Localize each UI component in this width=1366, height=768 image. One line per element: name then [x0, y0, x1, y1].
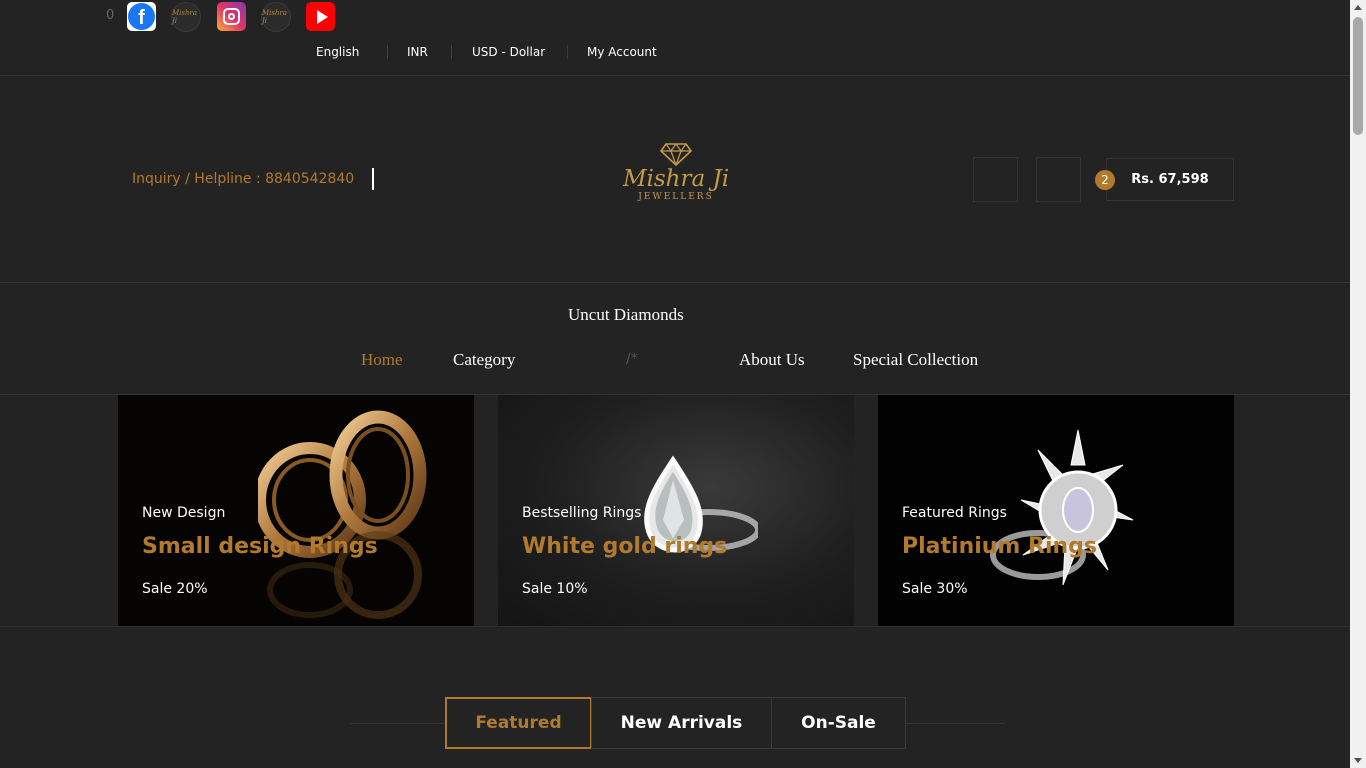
brand-mini-logo-link-2[interactable]: Mishra Ji [261, 2, 291, 32]
tab-new-arrivals[interactable]: New Arrivals [591, 697, 772, 749]
language-selector[interactable]: English [316, 42, 359, 62]
main-navigation: Uncut Diamonds Home Category /* About Us… [0, 283, 1350, 395]
banner-sale: Sale 20% [142, 581, 208, 597]
cart-count-badge: 2 [1095, 170, 1115, 190]
diamond-icon [660, 142, 692, 166]
nav-special-collection[interactable]: Special Collection [853, 350, 978, 370]
tab-on-sale[interactable]: On-Sale [771, 697, 906, 749]
banner-title: Small design Rings [142, 534, 378, 559]
counter-text: 0 [106, 8, 115, 23]
banner-white-gold-rings[interactable]: Bestselling Rings White gold rings Sale … [498, 395, 854, 626]
logo-brand-text: Mishra Ji [622, 166, 730, 192]
cart-button[interactable]: Rs. 67,598 [1106, 158, 1234, 201]
youtube-icon [316, 9, 328, 24]
divider [451, 45, 452, 59]
nav-category[interactable]: Category [453, 350, 515, 370]
logo-subtitle: JEWELLERS [638, 192, 714, 202]
brand-mini-logo-icon: Mishra Ji [262, 9, 288, 25]
site-logo[interactable]: Mishra Ji JEWELLERS [618, 142, 734, 212]
stray-comment-text: /* [626, 351, 638, 367]
cart-total: Rs. 67,598 [1131, 172, 1209, 187]
banner-title: White gold rings [522, 534, 728, 559]
scroll-up-arrow-icon[interactable] [1354, 5, 1362, 10]
page-scrollbar[interactable] [1350, 0, 1366, 768]
text-cursor [372, 168, 374, 190]
scroll-down-arrow-icon[interactable] [1354, 758, 1362, 763]
brand-mini-logo-link[interactable]: Mishra Ji [171, 2, 201, 32]
my-account-link[interactable]: My Account [587, 42, 657, 62]
facebook-link[interactable]: f [127, 2, 156, 31]
tabs-line-left [350, 723, 445, 724]
banner-platinium-rings[interactable]: Featured Rings Platinium Rings Sale 30% [878, 395, 1234, 626]
nav-home[interactable]: Home [361, 350, 403, 370]
youtube-link[interactable] [306, 2, 335, 31]
currency-selector[interactable]: USD - Dollar [472, 42, 545, 62]
site-header: Inquiry / Helpline : 8840542840 Mishra J… [0, 76, 1350, 283]
nav-uncut-diamonds[interactable]: Uncut Diamonds [568, 305, 684, 325]
banner-title: Platinium Rings [902, 534, 1098, 559]
instagram-link[interactable] [217, 2, 246, 31]
tab-featured[interactable]: Featured [445, 697, 592, 749]
divider [567, 45, 568, 59]
banner-tag: Featured Rings [902, 505, 1007, 521]
banner-sale: Sale 10% [522, 581, 588, 597]
section-divider [0, 626, 1350, 627]
currency-code-selector[interactable]: INR [407, 42, 428, 62]
banner-tag: New Design [142, 505, 226, 521]
banner-tag: Bestselling Rings [522, 505, 642, 521]
banner-small-design-rings[interactable]: New Design Small design Rings Sale 20% [118, 395, 474, 626]
divider [387, 45, 388, 59]
platinum-ring-image [990, 429, 1134, 586]
banner-sale: Sale 30% [902, 581, 968, 597]
instagram-icon [223, 8, 240, 25]
compare-button[interactable] [1036, 157, 1081, 202]
tabs-line-right [905, 723, 1005, 724]
gold-earrings-image [258, 410, 427, 619]
wishlist-button[interactable] [973, 157, 1018, 202]
scrollbar-thumb[interactable] [1353, 17, 1363, 135]
brand-mini-logo-icon: Mishra Ji [172, 9, 198, 25]
helpline-text: Inquiry / Helpline : 8840542840 [132, 171, 355, 187]
nav-about-us[interactable]: About Us [739, 350, 805, 370]
top-bar: 0 f Mishra Ji Mishra Ji English INR USD … [0, 0, 1350, 76]
facebook-icon: f [128, 3, 155, 30]
